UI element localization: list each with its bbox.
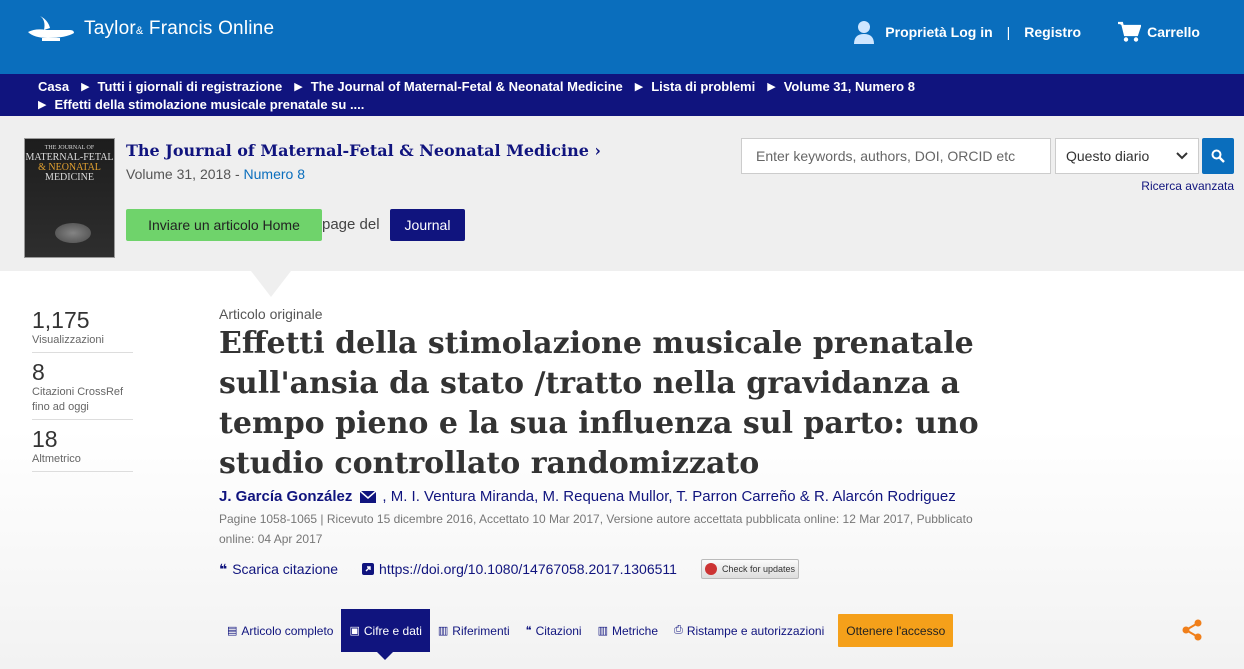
breadcrumb-arrow-icon: ▶ [81,81,90,93]
search-icon [1211,149,1225,163]
image-icon: ▣ [349,625,360,637]
cart-link[interactable]: Carrello [1117,21,1200,43]
search-scope-value: Questo diario [1066,148,1150,164]
breadcrumb-issue[interactable]: Volume 31, Numero 8 [784,78,915,96]
quote-icon: ❝ [525,625,532,637]
breadcrumb-all-journals[interactable]: Tutti i giornali di registrazione [98,78,283,96]
external-link-icon [362,563,375,575]
get-access-button[interactable]: Ottenere l'accesso [838,614,954,647]
download-citation-link[interactable]: ❝ Scarica citazione [219,561,338,578]
journal-home-button[interactable]: Journal [390,209,465,241]
metric-views[interactable]: 1,175 Visualizzazioni [32,307,133,353]
search-input[interactable] [741,138,1051,174]
metric-value: 1,175 [32,307,90,333]
search-button[interactable] [1202,138,1234,174]
article-tabs: ▤ Articolo completo ▣ Cifre e dati ▥ Rif… [219,609,954,660]
breadcrumb-article: Effetti della stimolazione musicale pren… [54,97,365,112]
tab-reprints[interactable]: ⎙ Ristampe e autorizzazioni [666,609,832,652]
user-nav: Proprietà Log in | Registro Carrello [853,20,1200,44]
site-logo[interactable]: Taylor& Francis Online [26,14,274,44]
tab-full-article[interactable]: ▤ Articolo completo [219,609,341,652]
metric-altmetric[interactable]: 18 Altmetrico [32,426,133,472]
check-updates-button[interactable]: Check for updates [700,559,799,579]
crossmark-icon [704,563,717,575]
doi-link[interactable]: https://doi.org/10.1080/14767058.2017.13… [362,561,677,577]
metric-citations[interactable]: 8 Citazioni CrossRef fino ad oggi [32,359,133,420]
breadcrumb-issue-list[interactable]: Lista di problemi [651,78,755,96]
breadcrumb-arrow-icon: ▶ [38,99,47,111]
metric-label: Visualizzazioni [32,334,104,346]
tab-figures-data[interactable]: ▣ Cifre e dati [341,609,430,660]
author-list: J. García González , M. I. Ventura Miran… [219,488,956,505]
quote-icon: ❝ [219,560,228,577]
nav-separator: | [1006,24,1011,40]
logo-text: Taylor& Francis Online [84,18,275,39]
cart-icon [1118,21,1142,42]
lamp-logo-icon [28,16,74,41]
tab-citations[interactable]: ❝ Citazioni [518,609,590,652]
tab-references[interactable]: ▥ Riferimenti [430,609,518,652]
issue-link[interactable]: Numero 8 [244,166,305,182]
top-bar: Taylor& Francis Online Proprietà Log in … [0,0,1244,74]
bar-chart-icon: ▥ [597,625,609,637]
cover-swirl-image [55,223,91,243]
journal-title-link[interactable]: The Journal of Maternal-Fetal & Neonatal… [126,141,601,160]
search-scope-select[interactable]: Questo diario [1055,138,1199,174]
tab-metrics[interactable]: ▥ Metriche [590,609,666,652]
chevron-down-icon [1176,152,1188,160]
breadcrumb-home[interactable]: Casa [38,78,69,96]
journal-header: THE JOURNAL OF MATERNAL-FETAL & NEONATAL… [0,116,1244,271]
login-link[interactable]: Proprietà Log in [885,24,992,40]
page-of-text: page del [322,216,380,233]
breadcrumb: Casa ▶ Tutti i giornali di registrazione… [0,74,1244,116]
journal-volume: Volume 31, 2018 - Numero 8 [126,166,305,182]
user-icon [854,21,875,44]
article-type: Articolo originale [219,306,323,322]
breadcrumb-arrow-icon: ▶ [767,81,776,93]
metric-label: Altmetrico [32,453,81,465]
metric-label: Citazioni CrossRef fino ad oggi [32,386,124,413]
print-icon: ⎙ [674,624,683,636]
book-icon: ▥ [437,625,449,637]
cover-text: THE JOURNAL OF [44,145,95,151]
advanced-search-link[interactable]: Ricerca avanzata [1141,179,1234,193]
journal-cover[interactable]: THE JOURNAL OF MATERNAL-FETAL & NEONATAL… [24,138,115,258]
article-title: Effetti della stimolazione musicale pren… [219,326,979,481]
chevron-right-icon: › [594,141,601,160]
cover-text: MEDICINE [45,172,94,183]
author-link[interactable]: J. García González [219,488,352,505]
breadcrumb-arrow-icon: ▶ [294,81,303,93]
register-link[interactable]: Registro [1024,24,1081,40]
article-links: ❝ Scarica citazione https://doi.org/10.1… [219,559,799,579]
author-link[interactable]: , M. I. Ventura Miranda, M. Requena Mull… [382,488,955,505]
envelope-icon[interactable] [360,490,377,503]
document-icon: ▤ [227,625,238,637]
publication-info: Pagine 1058-1065 | Ricevuto 15 dicembre … [219,512,973,546]
cart-label: Carrello [1147,24,1200,40]
header-pointer [251,271,291,297]
breadcrumb-journal[interactable]: The Journal of Maternal-Fetal & Neonatal… [311,78,623,96]
metric-value: 18 [32,426,58,452]
submit-article-button[interactable]: Inviare un articolo Home [126,209,322,241]
metric-value: 8 [32,359,45,385]
breadcrumb-arrow-icon: ▶ [634,81,644,93]
article-metrics: 1,175 Visualizzazioni 8 Citazioni CrossR… [32,307,133,478]
share-icon[interactable] [1181,619,1203,641]
